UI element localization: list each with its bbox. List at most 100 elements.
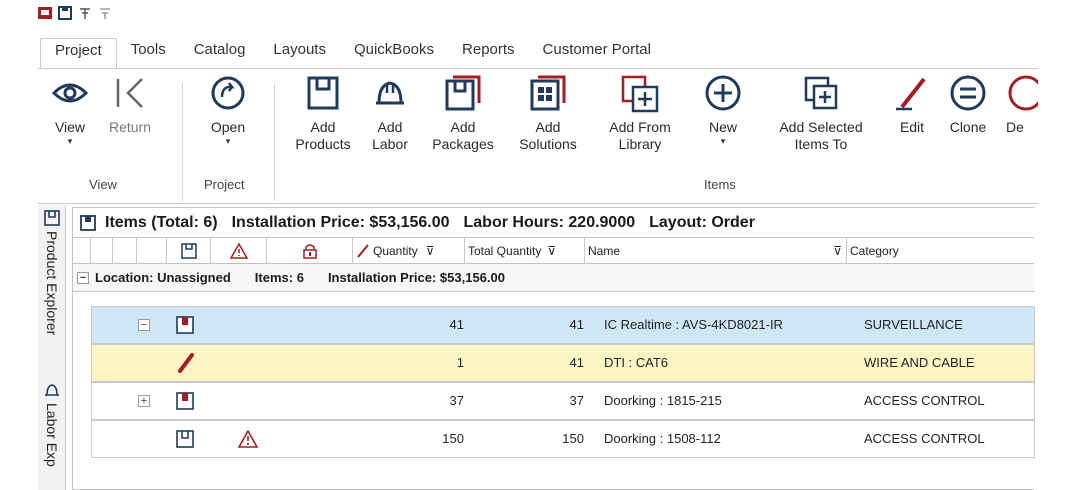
col-warning[interactable] bbox=[211, 238, 267, 264]
product-box-icon bbox=[176, 430, 194, 448]
col-product-type[interactable] bbox=[167, 238, 211, 264]
cell-name: Doorking : 1508-112 bbox=[604, 431, 721, 446]
column-headers: Quantity ⊽ Total Quantity ⊽ Name ⊽ Categ… bbox=[73, 238, 1034, 264]
col-name-label: Name bbox=[588, 244, 621, 258]
cell-quantity[interactable]: 150 bbox=[354, 421, 464, 457]
new-button[interactable]: New ▾ bbox=[698, 73, 748, 146]
group-location: Location: Unassigned bbox=[95, 270, 231, 285]
cell-name: IC Realtime : AVS-4KD8021-IR bbox=[604, 317, 783, 332]
labor-hardhat-icon bbox=[45, 384, 59, 396]
cell-quantity[interactable]: 1 bbox=[354, 345, 464, 381]
warning-icon bbox=[238, 430, 258, 448]
add-packages-label: Add Packages bbox=[432, 119, 494, 152]
delete-button[interactable]: De bbox=[1006, 73, 1038, 136]
add-packages-button[interactable]: Add Packages bbox=[428, 73, 498, 153]
pin-icon[interactable] bbox=[78, 6, 92, 20]
quick-access-toolbar bbox=[38, 4, 112, 22]
col-expander[interactable] bbox=[91, 238, 113, 264]
delete-circle-icon bbox=[1008, 75, 1038, 111]
tab-project[interactable]: Project bbox=[40, 38, 117, 69]
labor-hardhat-icon bbox=[376, 81, 404, 105]
view-button[interactable]: View ▾ bbox=[48, 73, 92, 146]
collapse-icon[interactable]: − bbox=[77, 271, 89, 284]
add-products-button[interactable]: Add Products bbox=[288, 73, 358, 153]
col-category-label: Category bbox=[850, 244, 899, 258]
col-blank[interactable] bbox=[137, 238, 167, 264]
col-name[interactable]: Name ⊽ bbox=[585, 238, 847, 264]
products-box-icon bbox=[307, 76, 339, 110]
installation-price: Installation Price: $53,156.00 bbox=[231, 213, 450, 231]
side-tab-labor-explorer[interactable]: Labor Exp bbox=[40, 381, 64, 467]
collapse-icon[interactable]: − bbox=[138, 319, 150, 331]
edit-label: Edit bbox=[899, 119, 925, 135]
expand-icon[interactable]: + bbox=[138, 395, 150, 407]
add-from-library-button[interactable]: Add From Library bbox=[600, 73, 680, 153]
col-select[interactable] bbox=[73, 238, 91, 264]
plus-circle-icon bbox=[705, 75, 741, 111]
packages-icon bbox=[445, 75, 481, 111]
table-row[interactable]: + 37 37 Doorking : 1815-215 ACCESS CONTR… bbox=[91, 382, 1035, 420]
table-row[interactable]: − 41 41 IC Realtime : AVS-4KD8021-IR SUR… bbox=[91, 306, 1035, 344]
save-icon[interactable] bbox=[58, 6, 72, 20]
open-label: Open bbox=[210, 119, 246, 135]
items-total: Items (Total: 6) bbox=[105, 213, 218, 231]
tab-reports[interactable]: Reports bbox=[448, 38, 529, 68]
cell-name: DTI : CAT6 bbox=[604, 355, 669, 370]
table-row[interactable]: 150 150 Doorking : 1508-112 ACCESS CONTR… bbox=[91, 420, 1035, 458]
tab-customer-portal[interactable]: Customer Portal bbox=[529, 38, 665, 68]
table-row[interactable]: 1 41 DTI : CAT6 WIRE AND CABLE bbox=[91, 344, 1035, 382]
layout-mode: Layout: Order bbox=[649, 213, 755, 231]
side-tab-label: Labor Exp bbox=[44, 403, 60, 467]
add-labor-button[interactable]: Add Labor bbox=[364, 73, 416, 153]
add-labor-label: Add Labor bbox=[372, 119, 408, 152]
cell-category: SURVEILLANCE bbox=[864, 317, 963, 332]
edit-button[interactable]: Edit bbox=[890, 73, 934, 136]
customize-toolbar-icon[interactable] bbox=[98, 6, 112, 20]
open-button[interactable]: Open ▾ bbox=[198, 73, 258, 146]
col-quantity[interactable]: Quantity ⊽ bbox=[353, 238, 465, 264]
group-label-view: View bbox=[89, 177, 117, 192]
tab-catalog[interactable]: Catalog bbox=[180, 38, 260, 68]
view-label: View bbox=[54, 119, 86, 135]
add-products-label: Add Products bbox=[295, 119, 351, 152]
col-category[interactable]: Category bbox=[847, 238, 1035, 264]
clone-label: Clone bbox=[949, 119, 987, 135]
cell-total-quantity: 37 bbox=[569, 393, 584, 408]
delete-label: De bbox=[1006, 119, 1024, 135]
ribbon: View ▾ Return View Open ▾ Project Add Pr… bbox=[38, 68, 1038, 204]
library-add-icon bbox=[621, 75, 659, 113]
col-total-quantity[interactable]: Total Quantity ⊽ bbox=[465, 238, 585, 264]
return-button[interactable]: Return bbox=[102, 73, 158, 136]
return-label: Return bbox=[108, 119, 152, 135]
filter-icon[interactable]: ⊽ bbox=[547, 244, 556, 258]
add-solutions-button[interactable]: Add Solutions bbox=[512, 73, 584, 153]
add-solutions-label: Add Solutions bbox=[519, 119, 577, 152]
eye-icon bbox=[51, 83, 89, 103]
app-logo-icon[interactable] bbox=[38, 6, 52, 20]
add-selected-items-to-button[interactable]: Add Selected Items To bbox=[770, 73, 872, 153]
tab-quickbooks[interactable]: QuickBooks bbox=[340, 38, 448, 68]
tab-tools[interactable]: Tools bbox=[117, 38, 180, 68]
col-quantity-label: Quantity bbox=[373, 244, 418, 258]
labor-hours: Labor Hours: 220.9000 bbox=[463, 213, 636, 231]
tab-layouts[interactable]: Layouts bbox=[259, 38, 340, 68]
group-row-location[interactable]: − Location: Unassigned Items: 6 Installa… bbox=[73, 264, 1034, 292]
ribbon-tabs: Project Tools Catalog Layouts QuickBooks… bbox=[40, 38, 665, 69]
clone-button[interactable]: Clone bbox=[943, 73, 993, 136]
items-summary-header: Items (Total: 6) Installation Price: $53… bbox=[73, 208, 1034, 238]
cell-quantity[interactable]: 37 bbox=[354, 383, 464, 419]
col-locked[interactable] bbox=[267, 238, 353, 264]
cell-quantity[interactable]: 41 bbox=[354, 307, 464, 343]
filter-icon[interactable]: ⊽ bbox=[426, 244, 435, 258]
product-item-icon bbox=[176, 392, 194, 410]
group-separator bbox=[274, 83, 275, 201]
cell-category: ACCESS CONTROL bbox=[864, 431, 985, 446]
filter-icon[interactable]: ⊽ bbox=[833, 244, 842, 258]
col-spacer[interactable] bbox=[113, 238, 137, 264]
product-item-icon bbox=[176, 316, 194, 334]
cell-total-quantity: 41 bbox=[569, 317, 584, 332]
chevron-down-icon: ▾ bbox=[67, 136, 73, 146]
group-label-project: Project bbox=[204, 177, 245, 192]
side-tab-product-explorer[interactable]: Product Explorer bbox=[40, 209, 64, 335]
cell-total-quantity: 41 bbox=[569, 355, 584, 370]
